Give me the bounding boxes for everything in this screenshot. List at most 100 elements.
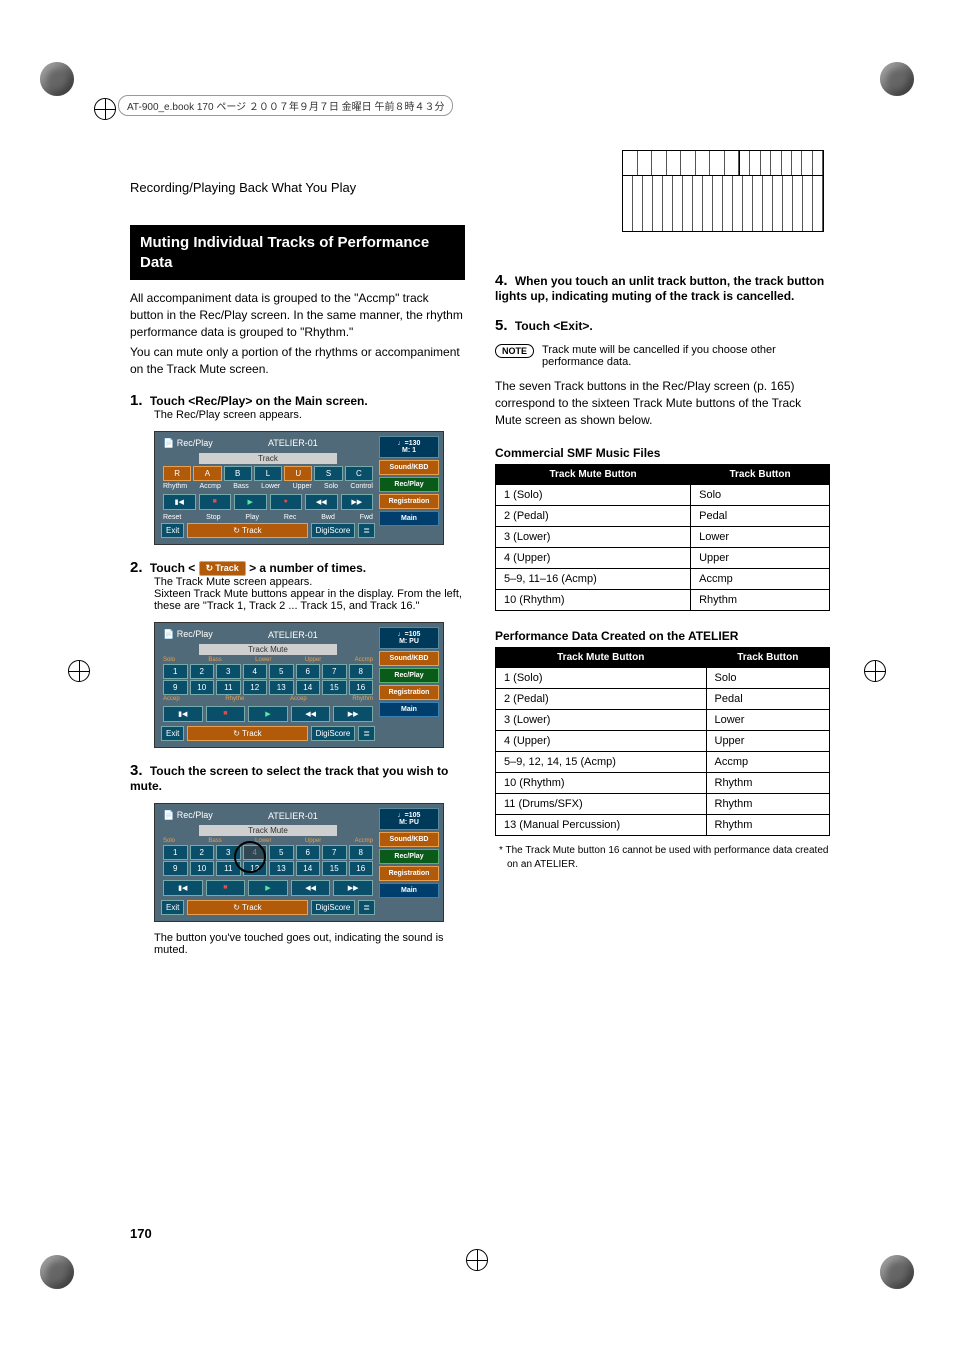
lcd-mute-track[interactable]: 16 bbox=[349, 680, 374, 695]
lcd-mute-track[interactable]: 12 bbox=[243, 861, 268, 876]
lcd-side-button[interactable]: Sound/KBD bbox=[379, 651, 439, 666]
table-cell: Rhythm bbox=[706, 773, 830, 794]
lcd-label: Upper bbox=[305, 657, 321, 663]
table-cell: Pedal bbox=[691, 506, 830, 527]
lcd-mute-track[interactable]: 7 bbox=[322, 845, 347, 860]
lcd-mute-track[interactable]: 15 bbox=[322, 680, 347, 695]
lcd-list-icon[interactable]: ≣ bbox=[358, 523, 375, 538]
table-cell: 5–9, 11–16 (Acmp) bbox=[496, 569, 691, 590]
note-box: NOTE Track mute will be cancelled if you… bbox=[495, 344, 830, 368]
track-pill-button[interactable]: Track bbox=[199, 561, 246, 576]
lcd-mute-track[interactable]: 5 bbox=[269, 664, 294, 679]
lcd-mute-track[interactable]: 4 bbox=[243, 664, 268, 679]
table-row: 1 (Solo)Solo bbox=[496, 668, 830, 689]
lcd-mute-track[interactable]: 9 bbox=[163, 680, 188, 695]
lcd-play-button[interactable]: ▶ bbox=[248, 880, 288, 896]
lcd-mute-track[interactable]: 13 bbox=[269, 680, 294, 695]
lcd-track-toggle-button[interactable]: Track bbox=[187, 726, 307, 741]
lcd-reset-button[interactable]: ▮◀ bbox=[163, 880, 203, 896]
lcd-mute-track[interactable]: 3 bbox=[216, 664, 241, 679]
lcd-digiscore-button[interactable]: DigiScore bbox=[311, 726, 356, 741]
lcd-mute-track[interactable]: 15 bbox=[322, 861, 347, 876]
table-cell: Lower bbox=[691, 527, 830, 548]
lcd-digiscore-button[interactable]: DigiScore bbox=[311, 900, 356, 915]
lcd-track-toggle-button[interactable]: Track bbox=[187, 900, 307, 915]
lcd-reset-button[interactable]: ▮◀ bbox=[163, 706, 203, 722]
lcd-track-button[interactable]: A bbox=[193, 466, 221, 481]
lcd-mute-track[interactable]: 6 bbox=[296, 845, 321, 860]
lcd-track-button[interactable]: S bbox=[314, 466, 342, 481]
lcd-track-button[interactable]: L bbox=[254, 466, 282, 481]
lcd-mute-track[interactable]: 14 bbox=[296, 680, 321, 695]
lcd-mute-track[interactable]: 10 bbox=[190, 680, 215, 695]
table-cell: 2 (Pedal) bbox=[496, 689, 707, 710]
lcd-mute-track[interactable]: 11 bbox=[216, 861, 241, 876]
lcd-side-button[interactable]: Registration bbox=[379, 866, 439, 881]
lcd-play-button[interactable]: ▶ bbox=[248, 706, 288, 722]
lcd-side-button[interactable]: Rec/Play bbox=[379, 477, 439, 492]
lcd-side-button[interactable]: Main bbox=[379, 883, 439, 898]
lcd-track-button[interactable]: C bbox=[345, 466, 373, 481]
lcd-stop-button[interactable]: ■ bbox=[206, 706, 246, 722]
lcd-mute-track[interactable]: 1 bbox=[163, 664, 188, 679]
lcd-track-toggle-button[interactable]: Track bbox=[187, 523, 307, 538]
lcd-rec-button[interactable]: ● bbox=[270, 494, 303, 510]
lcd-side-button[interactable]: Registration bbox=[379, 494, 439, 509]
step-body: The Rec/Play screen appears. bbox=[154, 409, 465, 421]
lcd-reset-button[interactable]: ▮◀ bbox=[163, 494, 196, 510]
lcd-fwd-button[interactable]: ▶▶ bbox=[333, 706, 373, 722]
lcd-track-button[interactable]: U bbox=[284, 466, 312, 481]
lcd-exit-button[interactable]: Exit bbox=[161, 726, 184, 741]
table-cell: 10 (Rhythm) bbox=[496, 590, 691, 611]
lcd-mute-track[interactable]: 8 bbox=[349, 664, 374, 679]
lcd-list-icon[interactable]: ≣ bbox=[358, 726, 375, 741]
lcd-mute-track[interactable]: 13 bbox=[269, 861, 294, 876]
step-number: 1. bbox=[130, 392, 143, 409]
lcd-mute-track-muted[interactable]: 4 bbox=[243, 845, 268, 860]
lcd-mute-track[interactable]: 3 bbox=[216, 845, 241, 860]
lcd-mute-track[interactable]: 12 bbox=[243, 680, 268, 695]
lcd-side-button[interactable]: Sound/KBD bbox=[379, 460, 439, 475]
lcd-side-button[interactable]: Rec/Play bbox=[379, 849, 439, 864]
lcd-mute-track[interactable]: 5 bbox=[269, 845, 294, 860]
lcd-side-button[interactable]: Registration bbox=[379, 685, 439, 700]
lcd-mute-track[interactable]: 1 bbox=[163, 845, 188, 860]
lcd-tab: Track bbox=[199, 453, 337, 464]
lcd-side-button[interactable]: Main bbox=[379, 511, 439, 526]
table-header: Track Mute Button bbox=[496, 648, 707, 668]
lcd-bwd-button[interactable]: ◀◀ bbox=[291, 880, 331, 896]
lcd-mute-track[interactable]: 7 bbox=[322, 664, 347, 679]
lcd-stop-button[interactable]: ■ bbox=[206, 880, 246, 896]
lcd-fwd-button[interactable]: ▶▶ bbox=[333, 880, 373, 896]
lcd-bwd-button[interactable]: ◀◀ bbox=[291, 706, 331, 722]
lcd-mute-track[interactable]: 9 bbox=[163, 861, 188, 876]
step-instruction: Touch <Rec/Play> on the Main screen. bbox=[150, 394, 368, 408]
lcd-side-button[interactable]: Sound/KBD bbox=[379, 832, 439, 847]
lcd-side-button[interactable]: Main bbox=[379, 702, 439, 717]
lcd-mute-track[interactable]: 16 bbox=[349, 861, 374, 876]
table-cell: Solo bbox=[706, 668, 830, 689]
running-head: Recording/Playing Back What You Play bbox=[130, 180, 465, 195]
lcd-side-button[interactable]: Rec/Play bbox=[379, 668, 439, 683]
lcd-mute-track[interactable]: 8 bbox=[349, 845, 374, 860]
lcd-list-icon[interactable]: ≣ bbox=[358, 900, 375, 915]
lcd-track-button[interactable]: B bbox=[224, 466, 252, 481]
lcd-mute-track[interactable]: 2 bbox=[190, 664, 215, 679]
table-cell: 1 (Solo) bbox=[496, 668, 707, 689]
lcd-exit-button[interactable]: Exit bbox=[161, 900, 184, 915]
lcd-label: Rhythm bbox=[352, 696, 373, 702]
lcd-mute-track[interactable]: 14 bbox=[296, 861, 321, 876]
lcd-mute-track[interactable]: 2 bbox=[190, 845, 215, 860]
lcd-stop-button[interactable]: ■ bbox=[199, 494, 232, 510]
lcd-label: Solo bbox=[163, 657, 175, 663]
lcd-mute-track[interactable]: 6 bbox=[296, 664, 321, 679]
lcd-track-button[interactable]: R bbox=[163, 466, 191, 481]
lcd-play-button[interactable]: ▶ bbox=[234, 494, 267, 510]
lcd-mute-track[interactable]: 10 bbox=[190, 861, 215, 876]
lcd-digiscore-button[interactable]: DigiScore bbox=[311, 523, 356, 538]
lcd-mute-track[interactable]: 11 bbox=[216, 680, 241, 695]
lcd-fwd-button[interactable]: ▶▶ bbox=[341, 494, 374, 510]
lcd-exit-button[interactable]: Exit bbox=[161, 523, 184, 538]
note-label: NOTE bbox=[495, 344, 534, 358]
lcd-bwd-button[interactable]: ◀◀ bbox=[305, 494, 338, 510]
